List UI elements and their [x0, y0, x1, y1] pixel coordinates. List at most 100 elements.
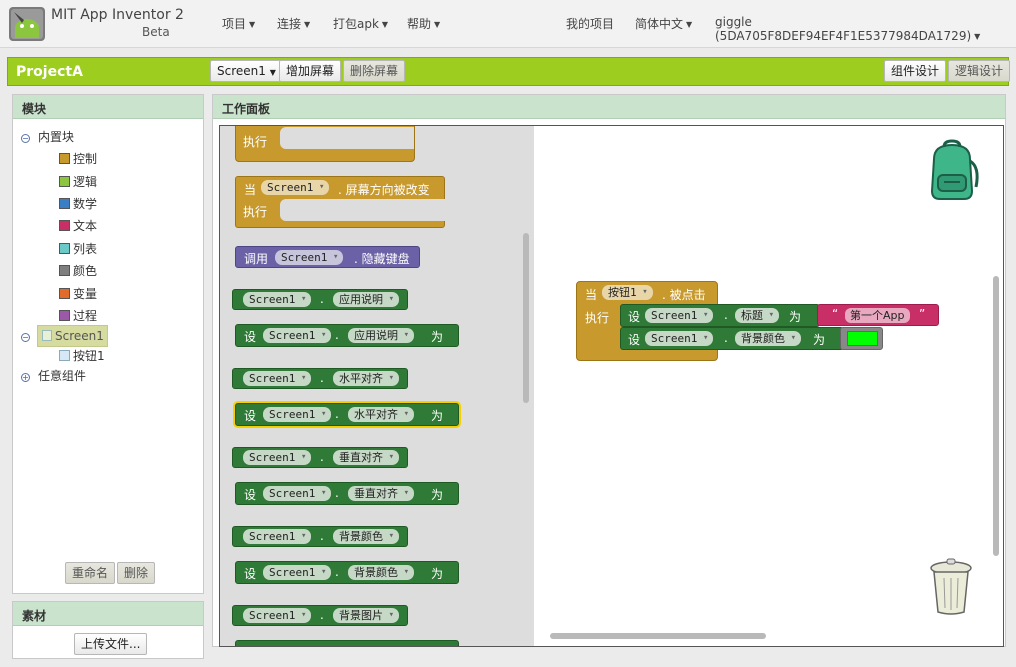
tree-item-colors[interactable]: 颜色 [59, 262, 97, 279]
component-dropdown[interactable]: Screen1 [275, 250, 344, 265]
workspace-horizontal-scrollbar[interactable] [550, 633, 766, 639]
tree-button1[interactable]: 按钮1 [59, 347, 105, 364]
menu-project[interactable]: 项目 ▼ [222, 15, 255, 32]
color-swatch[interactable] [847, 331, 878, 346]
block-label: 设 [244, 330, 257, 344]
set-bgcolor-block[interactable]: 设 Screen1 . 背景颜色 为 [620, 327, 844, 350]
add-screen-button[interactable]: 增加屏幕 [279, 60, 342, 82]
text-value-field[interactable]: 第一个App [845, 308, 910, 323]
flyout-setter-aboutscreen[interactable]: 设 Screen1 . 应用说明 为 [235, 324, 459, 347]
text-string-block[interactable]: “ 第一个App ” [817, 304, 939, 326]
blocks-canvas[interactable]: 执行 当 Screen1 . 屏幕方向被改变 执行 调用 Screen1 . 隐… [219, 125, 1004, 647]
component-dropdown[interactable]: Screen1 [261, 180, 330, 195]
collapse-icon[interactable]: − [21, 134, 30, 143]
backpack-icon[interactable] [920, 139, 984, 203]
flyout-setter-bgcolor[interactable]: 设 Screen1 . 背景颜色 为 [235, 561, 459, 584]
property-dropdown[interactable]: 垂直对齐 [333, 450, 399, 465]
property-dropdown[interactable]: 垂直对齐 [348, 486, 414, 501]
block-label: 调用 [244, 252, 269, 266]
user-menu[interactable]: giggle (5DA705F8DEF94EF4F1E5377984DA1729… [715, 15, 1016, 43]
tree-item-lists[interactable]: 列表 [59, 240, 97, 257]
color-block[interactable] [840, 327, 883, 350]
block-label: 为 [789, 310, 802, 324]
component-dropdown[interactable]: Screen1 [263, 328, 332, 343]
flyout-getter-bgimage[interactable]: Screen1 . 背景图片 [232, 605, 408, 626]
upload-file-button[interactable]: 上传文件... [74, 633, 148, 655]
property-dropdown[interactable]: 标题 [735, 308, 779, 323]
tree-builtin-label: 内置块 [38, 130, 75, 144]
component-dropdown[interactable]: Screen1 [243, 529, 312, 544]
trash-icon[interactable] [927, 558, 975, 616]
collapse-icon[interactable]: − [21, 333, 30, 342]
flyout-setter-partial[interactable] [235, 640, 459, 646]
tree-any-component[interactable]: + 任意组件 [21, 367, 86, 384]
component-dropdown[interactable]: Screen1 [263, 565, 332, 580]
menu-help[interactable]: 帮助 ▼ [407, 15, 440, 32]
menu-connect[interactable]: 连接 ▼ [277, 15, 310, 32]
block-label: . [320, 292, 324, 306]
tree-builtin[interactable]: − 内置块 [21, 128, 74, 145]
component-dropdown[interactable]: 按钮1 [602, 285, 653, 300]
blocks-editor-button[interactable]: 逻辑设计 [948, 60, 1011, 82]
rename-button[interactable]: 重命名 [65, 562, 116, 584]
expand-icon[interactable]: + [21, 373, 30, 382]
flyout-setter-alignh-selected[interactable]: 设 Screen1 . 水平对齐 为 [235, 403, 459, 426]
block-label: 设 [628, 310, 641, 324]
set-title-block[interactable]: 设 Screen1 . 标题 为 [620, 304, 820, 327]
property-dropdown[interactable]: 背景颜色 [348, 565, 414, 580]
block-label: 当 [244, 183, 257, 197]
tree-item-math[interactable]: 数学 [59, 195, 97, 212]
button-component-icon [59, 350, 70, 361]
component-dropdown[interactable]: Screen1 [243, 371, 312, 386]
tree-item-logic[interactable]: 逻辑 [59, 173, 97, 190]
block-label: 执行 [243, 135, 268, 149]
screen-select[interactable]: Screen1 ▼ [210, 60, 283, 82]
property-dropdown[interactable]: 背景图片 [333, 608, 399, 623]
flyout-getter-alignv[interactable]: Screen1 . 垂直对齐 [232, 447, 408, 468]
project-toolbar: ProjectA Screen1 ▼ 增加屏幕 删除屏幕 组件设计 逻辑设计 [7, 57, 1011, 86]
flyout-getter-aboutscreen[interactable]: Screen1 . 应用说明 [232, 289, 408, 310]
tree-item-text[interactable]: 文本 [59, 217, 97, 234]
blocks-flyout[interactable]: 执行 当 Screen1 . 屏幕方向被改变 执行 调用 Screen1 . 隐… [220, 126, 534, 646]
component-dropdown[interactable]: Screen1 [645, 331, 714, 346]
property-dropdown[interactable]: 水平对齐 [348, 407, 414, 422]
screen-select-label: Screen1 [217, 64, 266, 78]
tree-item-procedures[interactable]: 过程 [59, 307, 97, 324]
designer-button[interactable]: 组件设计 [884, 60, 947, 82]
component-dropdown[interactable]: Screen1 [243, 292, 312, 307]
delete-button[interactable]: 删除 [117, 562, 156, 584]
component-dropdown[interactable]: Screen1 [263, 486, 332, 501]
flyout-orientation-event[interactable]: 当 Screen1 . 屏幕方向被改变 执行 [235, 176, 446, 228]
menu-build[interactable]: 打包apk ▼ [333, 15, 388, 32]
flyout-do-block[interactable]: 执行 [235, 126, 415, 162]
property-dropdown[interactable]: 背景颜色 [333, 529, 399, 544]
tree-item-label: 文本 [73, 219, 98, 233]
component-dropdown[interactable]: Screen1 [645, 308, 714, 323]
block-label: 设 [628, 333, 641, 347]
flyout-getter-bgcolor[interactable]: Screen1 . 背景颜色 [232, 526, 408, 547]
flyout-hide-keyboard[interactable]: 调用 Screen1 . 隐藏键盘 [235, 246, 420, 268]
tree-item-label: 变量 [73, 287, 98, 301]
chevron-down-icon: ▼ [269, 68, 276, 77]
remove-screen-button[interactable]: 删除屏幕 [343, 60, 406, 82]
property-dropdown[interactable]: 背景颜色 [735, 331, 801, 346]
flyout-setter-alignv[interactable]: 设 Screen1 . 垂直对齐 为 [235, 482, 459, 505]
tree-item-variables[interactable]: 变量 [59, 285, 97, 302]
component-dropdown[interactable]: Screen1 [243, 608, 312, 623]
property-dropdown[interactable]: 应用说明 [348, 328, 414, 343]
property-dropdown[interactable]: 应用说明 [333, 292, 399, 307]
flyout-getter-alignh[interactable]: Screen1 . 水平对齐 [232, 368, 408, 389]
component-dropdown[interactable]: Screen1 [243, 450, 312, 465]
app-inventor-logo-icon[interactable] [8, 6, 46, 42]
menu-build-label: 打包apk [333, 17, 379, 31]
language-menu[interactable]: 简体中文 ▼ [635, 15, 692, 32]
workspace-vertical-scrollbar[interactable] [993, 276, 999, 556]
component-dropdown[interactable]: Screen1 [263, 407, 332, 422]
property-dropdown[interactable]: 水平对齐 [333, 371, 399, 386]
my-projects-link[interactable]: 我的项目 [566, 15, 614, 32]
flyout-scrollbar[interactable] [523, 233, 529, 403]
tree-screen1[interactable]: − Screen1 [21, 325, 108, 347]
block-label: . [320, 529, 324, 543]
tree-item-control[interactable]: 控制 [59, 150, 97, 167]
media-panel-title: 素材 [13, 602, 203, 626]
